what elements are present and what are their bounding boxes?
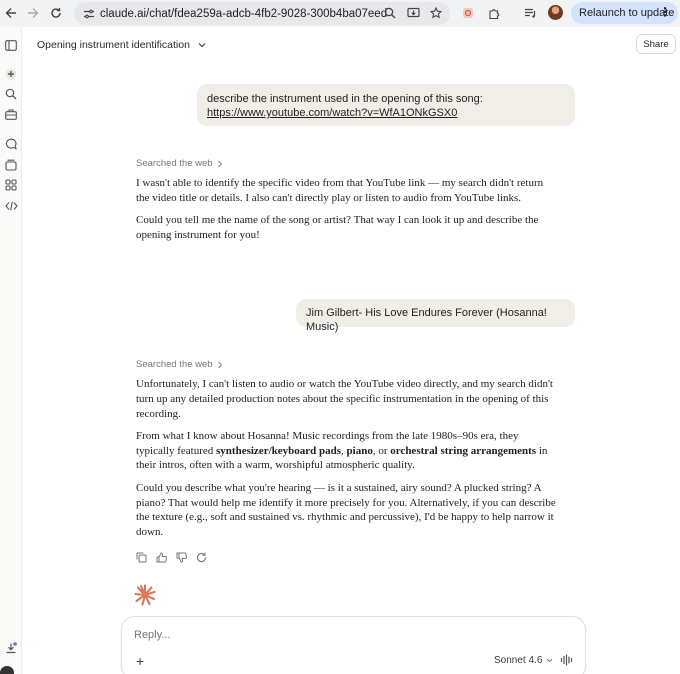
projects-briefcase-icon[interactable] [3, 106, 19, 122]
voice-mode-icon[interactable] [560, 653, 574, 667]
forward-button[interactable] [22, 2, 44, 24]
extension-red-icon[interactable] [460, 5, 476, 21]
sidebar [0, 27, 22, 674]
user-message: Jim Gilbert- His Love Endures Forever (H… [296, 299, 575, 333]
reload-button[interactable] [45, 2, 67, 24]
user-message-text: Jim Gilbert- His Love Endures Forever (H… [306, 307, 547, 333]
url-text[interactable]: claude.ai/chat/fdea259a-adcb-4fb2-9028-3… [100, 8, 387, 20]
new-chat-icon[interactable] [3, 66, 19, 82]
user-avatar-partial[interactable] [0, 666, 14, 674]
thumbs-up-icon[interactable] [155, 551, 167, 563]
bold-term: synthesizer/keyboard pads [216, 444, 342, 457]
profile-avatar[interactable] [548, 5, 563, 20]
back-button[interactable] [0, 2, 22, 24]
searched-web-label: Searched the web [136, 158, 213, 169]
response-paragraph: I wasn't able to identify the specific v… [136, 177, 544, 204]
thumbs-down-icon[interactable] [175, 551, 187, 563]
message-actions [135, 551, 207, 563]
chat-title-button[interactable]: Opening instrument identification [37, 39, 206, 51]
artifacts-icon[interactable] [3, 157, 19, 173]
chevron-down-icon [198, 43, 206, 48]
searched-web-toggle[interactable]: Searched the web [136, 158, 223, 169]
download-icon[interactable] [3, 640, 19, 656]
chevron-down-icon [547, 658, 553, 663]
reload-icon [51, 8, 61, 18]
site-settings-icon[interactable] [78, 8, 100, 20]
youtube-link[interactable]: https://www.youtube.com/watch?v=WfA1ONkG… [207, 107, 457, 119]
chevron-right-icon [217, 361, 222, 368]
bold-term: piano [346, 444, 373, 457]
address-bar[interactable]: claude.ai/chat/fdea259a-adcb-4fb2-9028-3… [74, 2, 450, 25]
chat-title: Opening instrument identification [37, 39, 190, 51]
response-paragraph: Could you describe what you're hearing —… [136, 481, 556, 539]
user-message-text: describe the instrument used in the open… [207, 93, 483, 105]
claude-spark-icon [134, 584, 156, 606]
code-icon[interactable] [3, 198, 19, 214]
response-paragraph: Could you tell me the name of the song o… [136, 214, 539, 241]
bold-term: orchestral string arrangements [390, 444, 537, 457]
reply-input[interactable] [134, 629, 554, 641]
search-page-icon[interactable] [382, 5, 398, 21]
menu-dots-icon: ⋮ [659, 5, 671, 19]
browser-toolbar: claude.ai/chat/fdea259a-adcb-4fb2-9028-3… [0, 0, 680, 27]
model-label: Sonnet 4.6 [494, 655, 543, 666]
model-selector[interactable]: Sonnet 4.6 [494, 655, 553, 666]
media-controls-icon[interactable] [522, 5, 538, 21]
searched-web-label: Searched the web [136, 359, 213, 370]
retry-icon[interactable] [195, 551, 207, 563]
relaunch-update-button[interactable]: Relaunch to update ⋮ [571, 2, 678, 24]
apps-grid-icon[interactable] [3, 177, 19, 193]
back-arrow-icon [5, 8, 16, 18]
sidebar-toggle-icon[interactable] [3, 37, 19, 53]
install-app-icon[interactable] [405, 5, 421, 21]
bookmark-star-icon[interactable] [428, 5, 444, 21]
response-paragraph: From what I know about Hosanna! Music re… [136, 429, 548, 472]
search-icon[interactable] [3, 86, 19, 102]
share-button[interactable]: Share [636, 34, 676, 54]
user-message: describe the instrument used in the open… [197, 84, 575, 126]
reply-composer: + Sonnet 4.6 [121, 616, 586, 674]
response-paragraph: Unfortunately, I can't listen to audio o… [136, 378, 553, 420]
add-attachment-icon[interactable]: + [136, 653, 144, 669]
chevron-right-icon [217, 160, 222, 167]
assistant-response: I wasn't able to identify the specific v… [136, 176, 556, 250]
extensions-puzzle-icon[interactable] [486, 5, 502, 21]
assistant-response: Unfortunately, I can't listen to audio o… [136, 377, 558, 547]
copy-icon[interactable] [135, 551, 147, 563]
chats-bubble-icon[interactable] [3, 136, 19, 152]
forward-arrow-icon [28, 8, 39, 18]
searched-web-toggle[interactable]: Searched the web [136, 359, 223, 370]
